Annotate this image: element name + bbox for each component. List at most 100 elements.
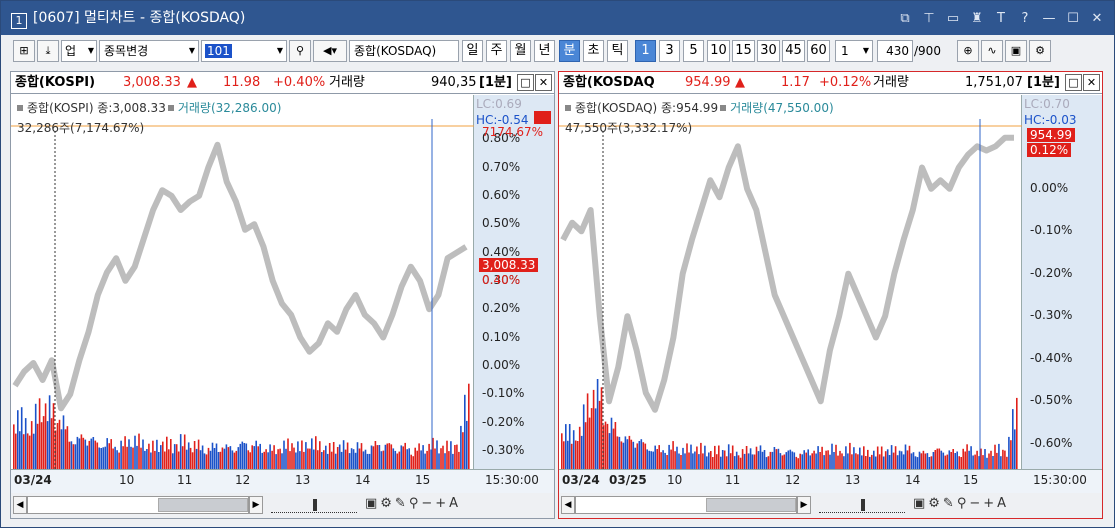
volume-bar xyxy=(102,447,104,469)
range-input[interactable]: 430 xyxy=(877,40,913,62)
volume-bar xyxy=(438,453,440,469)
interval-30[interactable]: 30 xyxy=(757,40,780,62)
pin-top-icon[interactable]: ⊤ xyxy=(918,11,940,26)
chart-add-icon[interactable]: ⊕ xyxy=(957,40,979,62)
interval-10[interactable]: 10 xyxy=(707,40,730,62)
pane-price: 3,008.33 xyxy=(123,75,181,90)
scroll-left-icon[interactable]: ◀ xyxy=(561,496,575,514)
top-pct-label: 7174.67% xyxy=(482,125,544,139)
chart-tool-icons[interactable]: ▣⚙✎⚲−+A xyxy=(913,496,1009,511)
close-pane-icon[interactable]: ✕ xyxy=(535,74,552,91)
scroll-left-icon[interactable]: ◀ xyxy=(13,496,27,514)
period-day[interactable]: 일 xyxy=(462,40,483,62)
code-input[interactable]: 101 ▼ xyxy=(201,40,287,62)
count-select[interactable]: 1 ▼ xyxy=(835,40,873,62)
volume-bar xyxy=(843,456,845,469)
save-icon[interactable]: ▣ xyxy=(1005,40,1027,62)
stock-change-select[interactable]: 종목변경 ▼ xyxy=(99,40,199,62)
volume-bar xyxy=(239,443,242,469)
volume-bar xyxy=(370,445,373,469)
interval-15[interactable]: 15 xyxy=(732,40,755,62)
horizontal-scrollbar[interactable] xyxy=(575,496,797,514)
scroll-right-icon[interactable]: ▶ xyxy=(797,496,811,514)
volume-bar xyxy=(414,447,416,469)
interval-5[interactable]: 5 xyxy=(683,40,704,62)
plot-area[interactable]: 종합(KOSDAQ) 종:954.99 거래량(47,550.00) 47,550… xyxy=(559,95,1022,469)
period-second[interactable]: 초 xyxy=(583,40,604,62)
close-pane-icon[interactable]: ✕ xyxy=(1083,74,1100,91)
volume-bar xyxy=(398,451,401,469)
restore-layout-icon[interactable]: ⧉ xyxy=(894,11,916,26)
pane-stock-name: 종합(KOSPI) xyxy=(15,75,96,90)
screen-icon[interactable]: ▭ xyxy=(942,11,964,26)
indicator-icon[interactable]: ∿ xyxy=(981,40,1003,62)
period-tick[interactable]: 틱 xyxy=(607,40,628,62)
settings-gear-icon[interactable]: ⚙ xyxy=(1029,40,1051,62)
maximize-pane-icon[interactable]: □ xyxy=(1065,74,1082,91)
chart-pane-kospi[interactable]: 종합(KOSPI) 3,008.33 ▲ 11.98 +0.40% 거래량 94… xyxy=(10,71,555,519)
minimize-icon[interactable]: — xyxy=(1038,11,1060,26)
volume-bar xyxy=(442,445,444,469)
volume-bar xyxy=(960,457,962,469)
scroll-right-icon[interactable]: ▶ xyxy=(249,496,263,514)
interval-1[interactable]: 1 xyxy=(635,40,656,62)
volume-bar xyxy=(287,438,289,469)
zoom-slider[interactable] xyxy=(819,497,905,513)
volume-bar xyxy=(896,455,899,469)
stock-name-field[interactable]: 종합(KOSDAQ) xyxy=(349,40,459,62)
volume-bar xyxy=(952,449,954,469)
volume-bar xyxy=(98,447,100,469)
y-axis: 0.80% 0.70% 0.60% 0.50% 0.40% 0.30% 0.20% 0.10%… xyxy=(474,95,554,469)
volume-bar xyxy=(154,450,156,469)
volume-bar xyxy=(827,450,829,469)
download-icon[interactable]: ⤓ xyxy=(37,40,59,62)
zoom-slider[interactable] xyxy=(271,497,357,513)
interval-60[interactable]: 60 xyxy=(807,40,830,62)
help-icon[interactable]: ? xyxy=(1014,11,1036,26)
chart-tool-icons[interactable]: ▣⚙✎⚲−+A xyxy=(365,496,461,511)
volume-bar xyxy=(1002,449,1004,469)
zoom-handle[interactable] xyxy=(861,499,865,511)
y-tick: 0.00% xyxy=(482,357,521,372)
volume-bar xyxy=(265,449,267,469)
pane-vol-label: 거래량 xyxy=(329,75,365,90)
volume-bar xyxy=(773,447,776,469)
maximize-icon[interactable]: ☐ xyxy=(1062,11,1084,26)
font-icon[interactable]: T xyxy=(990,11,1012,26)
maximize-pane-icon[interactable]: □ xyxy=(517,74,534,91)
volume-bar xyxy=(741,449,744,469)
volume-bar xyxy=(914,456,917,469)
volume-note: 32,286주(7,174.67%) xyxy=(17,121,145,135)
close-icon[interactable]: ✕ xyxy=(1086,11,1108,26)
code-value: 101 xyxy=(205,44,232,58)
volume-bar xyxy=(912,452,915,469)
search-icon[interactable]: ⚲ xyxy=(289,40,311,62)
price-pct-tag: 0.12% xyxy=(1027,143,1072,157)
scroll-thumb[interactable] xyxy=(158,498,248,512)
volume-bar xyxy=(799,453,801,469)
volume-bar xyxy=(831,443,833,469)
scroll-thumb[interactable] xyxy=(706,498,796,512)
horizontal-scrollbar[interactable] xyxy=(27,496,249,514)
sound-icon[interactable]: ◀▾ xyxy=(313,40,347,62)
volume-bar xyxy=(416,450,418,469)
volume-bar xyxy=(76,436,79,469)
plot-area[interactable]: 종합(KOSPI) 종:3,008.33 거래량(32,286.00) 32,28… xyxy=(11,95,474,469)
volume-bar xyxy=(424,453,426,469)
category-select[interactable]: 업 ▼ xyxy=(61,40,97,62)
layout-icon[interactable]: ⊞ xyxy=(13,40,35,62)
volume-bar xyxy=(267,452,269,469)
period-minute[interactable]: 분 xyxy=(559,40,580,62)
volume-bar xyxy=(614,422,617,469)
period-month[interactable]: 월 xyxy=(510,40,531,62)
title-bar[interactable]: 1 [0607] 멀티차트 - 종합(KOSDAQ) ⧉ ⊤ ▭ ♜ T ? — … xyxy=(1,1,1114,35)
zoom-handle[interactable] xyxy=(313,499,317,511)
chart-pane-kosdaq[interactable]: 종합(KOSDAQ 954.99 ▲ 1.17 +0.12% 거래량 1,751… xyxy=(558,71,1103,519)
period-year[interactable]: 년 xyxy=(534,40,555,62)
pane-pct: +0.12% xyxy=(819,75,872,90)
interval-3[interactable]: 3 xyxy=(659,40,680,62)
tool-icon[interactable]: ♜ xyxy=(966,11,988,26)
volume-bar xyxy=(164,451,166,469)
period-week[interactable]: 주 xyxy=(486,40,507,62)
interval-45[interactable]: 45 xyxy=(782,40,805,62)
